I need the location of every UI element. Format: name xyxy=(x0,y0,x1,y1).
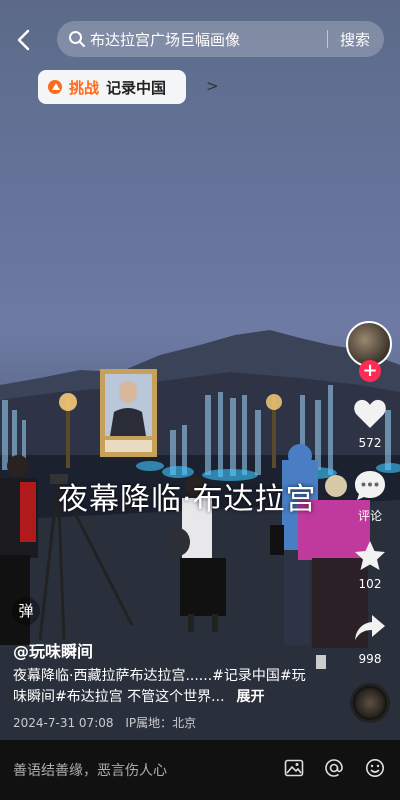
comment-icon xyxy=(355,471,385,500)
search-icon xyxy=(68,30,86,52)
post-ip: IP属地：北京 xyxy=(125,716,197,730)
search-button[interactable]: 搜索 xyxy=(340,29,370,50)
fire-icon xyxy=(48,80,62,94)
back-button[interactable] xyxy=(14,28,36,52)
comment-button[interactable] xyxy=(353,469,387,507)
video-screen: 布达拉宫广场巨幅画像 搜索 挑战 记录中国 > 夜幕降临·布达拉宫 + 572 … xyxy=(0,0,400,800)
share-icon xyxy=(355,615,385,640)
challenge-label: 挑战 xyxy=(69,79,100,97)
search-bar[interactable]: 布达拉宫广场巨幅画像 搜索 xyxy=(57,21,384,57)
mention-icon[interactable] xyxy=(324,758,344,782)
favorite-button[interactable] xyxy=(354,540,386,576)
comment-input[interactable]: 善语结善缘，恶言伤人心 xyxy=(13,760,167,780)
music-disc[interactable] xyxy=(350,683,390,723)
like-count: 572 xyxy=(358,436,382,450)
share-count: 998 xyxy=(358,652,382,666)
comment-bar[interactable]: 善语结善缘，恶言伤人心 xyxy=(0,740,400,800)
like-button[interactable] xyxy=(353,398,387,434)
danmu-toggle[interactable]: 弹 xyxy=(12,597,40,625)
expand-button[interactable]: 展开 xyxy=(237,689,265,705)
image-icon[interactable] xyxy=(284,758,304,782)
chevron-left-icon xyxy=(17,29,30,51)
star-icon xyxy=(355,541,385,570)
post-date: 2024-7-31 07:08 xyxy=(13,716,114,730)
post-meta: 2024-7-31 07:08 IP属地：北京 xyxy=(13,714,204,731)
follow-button[interactable]: + xyxy=(359,360,381,382)
comment-count: 评论 xyxy=(357,509,382,523)
favorite-count: 102 xyxy=(358,577,382,591)
video-overlay-title: 夜幕降临·布达拉宫 xyxy=(58,482,317,517)
search-query[interactable]: 布达拉宫广场巨幅画像 xyxy=(90,29,240,50)
heart-icon xyxy=(354,399,386,428)
share-button[interactable] xyxy=(354,613,386,647)
emoji-icon[interactable] xyxy=(365,758,385,782)
challenge-tag[interactable]: 挑战 记录中国 > xyxy=(38,70,219,104)
video-frame[interactable] xyxy=(0,0,400,740)
author-name[interactable]: @玩味瞬间 xyxy=(13,638,93,662)
challenge-text: 记录中国 xyxy=(106,79,167,97)
search-divider xyxy=(327,30,328,48)
post-description: 夜幕降临·西藏拉萨布达拉宫......#记录中国#玩味瞬间#布达拉宫 不管这个世… xyxy=(13,666,313,708)
scene-illustration xyxy=(0,330,400,740)
chevron-right-icon: > xyxy=(206,77,219,95)
